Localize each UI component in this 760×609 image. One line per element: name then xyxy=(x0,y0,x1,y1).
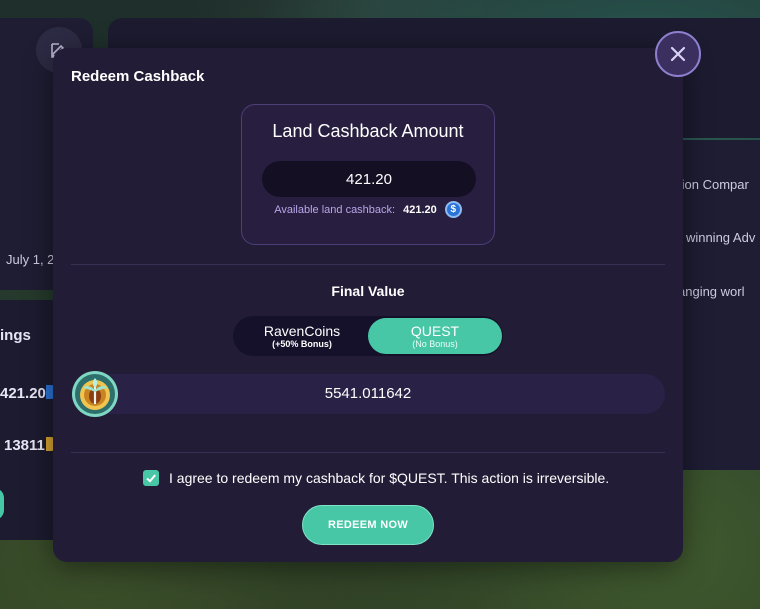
option-ravencoins-bonus: (+50% Bonus) xyxy=(272,338,332,349)
available-cashback-label: Available land cashback: xyxy=(274,203,396,216)
divider xyxy=(71,264,665,265)
background-news-line-2: r winning Adv xyxy=(678,230,756,245)
modal-title: Redeem Cashback xyxy=(71,68,205,85)
option-ravencoins-label: RavenCoins xyxy=(263,322,341,339)
available-cashback-value: 421.20 xyxy=(403,203,437,216)
option-quest-label: QUEST xyxy=(410,322,460,339)
agreement-checkbox[interactable] xyxy=(143,470,159,486)
cashback-heading: Land Cashback Amount xyxy=(272,121,464,141)
close-icon[interactable] xyxy=(655,31,701,77)
option-quest-bonus: (No Bonus) xyxy=(412,338,458,349)
quest-token-icon xyxy=(71,370,119,418)
agreement-checkbox-row[interactable]: I agree to redeem my cashback for $QUEST… xyxy=(143,470,609,486)
background-section-label: ings xyxy=(0,327,31,344)
background-stat-coins: 13811 xyxy=(4,437,45,454)
checkmark-icon xyxy=(146,474,156,483)
redeem-cashback-modal: Redeem Cashback Land Cashback Amount Ava… xyxy=(53,48,683,562)
agreement-text: I agree to redeem my cashback for $QUEST… xyxy=(169,470,610,486)
cashback-amount-card: Land Cashback Amount Available land cash… xyxy=(241,104,495,245)
divider xyxy=(71,452,665,453)
background-news-line-3: anging worl xyxy=(678,284,745,299)
option-quest[interactable]: QUEST (No Bonus) xyxy=(368,318,502,354)
available-cashback-row: Available land cashback: 421.20 $ xyxy=(242,201,494,218)
currency-toggle: RavenCoins (+50% Bonus) QUEST (No Bonus) xyxy=(233,316,503,356)
usd-coin-icon: $ xyxy=(444,201,462,218)
redeem-now-button[interactable]: REDEEM NOW xyxy=(302,505,434,545)
option-ravencoins[interactable]: RavenCoins (+50% Bonus) xyxy=(237,318,367,354)
cashback-amount-input[interactable] xyxy=(262,161,476,197)
final-value-amount: 5541.011642 xyxy=(324,385,412,402)
final-value-field: 5541.011642 xyxy=(71,374,665,414)
final-value-title: Final Value xyxy=(331,283,405,299)
background-news-line-1: tion Compar xyxy=(678,177,749,192)
background-stat-cashback: 421.20 xyxy=(0,385,46,402)
